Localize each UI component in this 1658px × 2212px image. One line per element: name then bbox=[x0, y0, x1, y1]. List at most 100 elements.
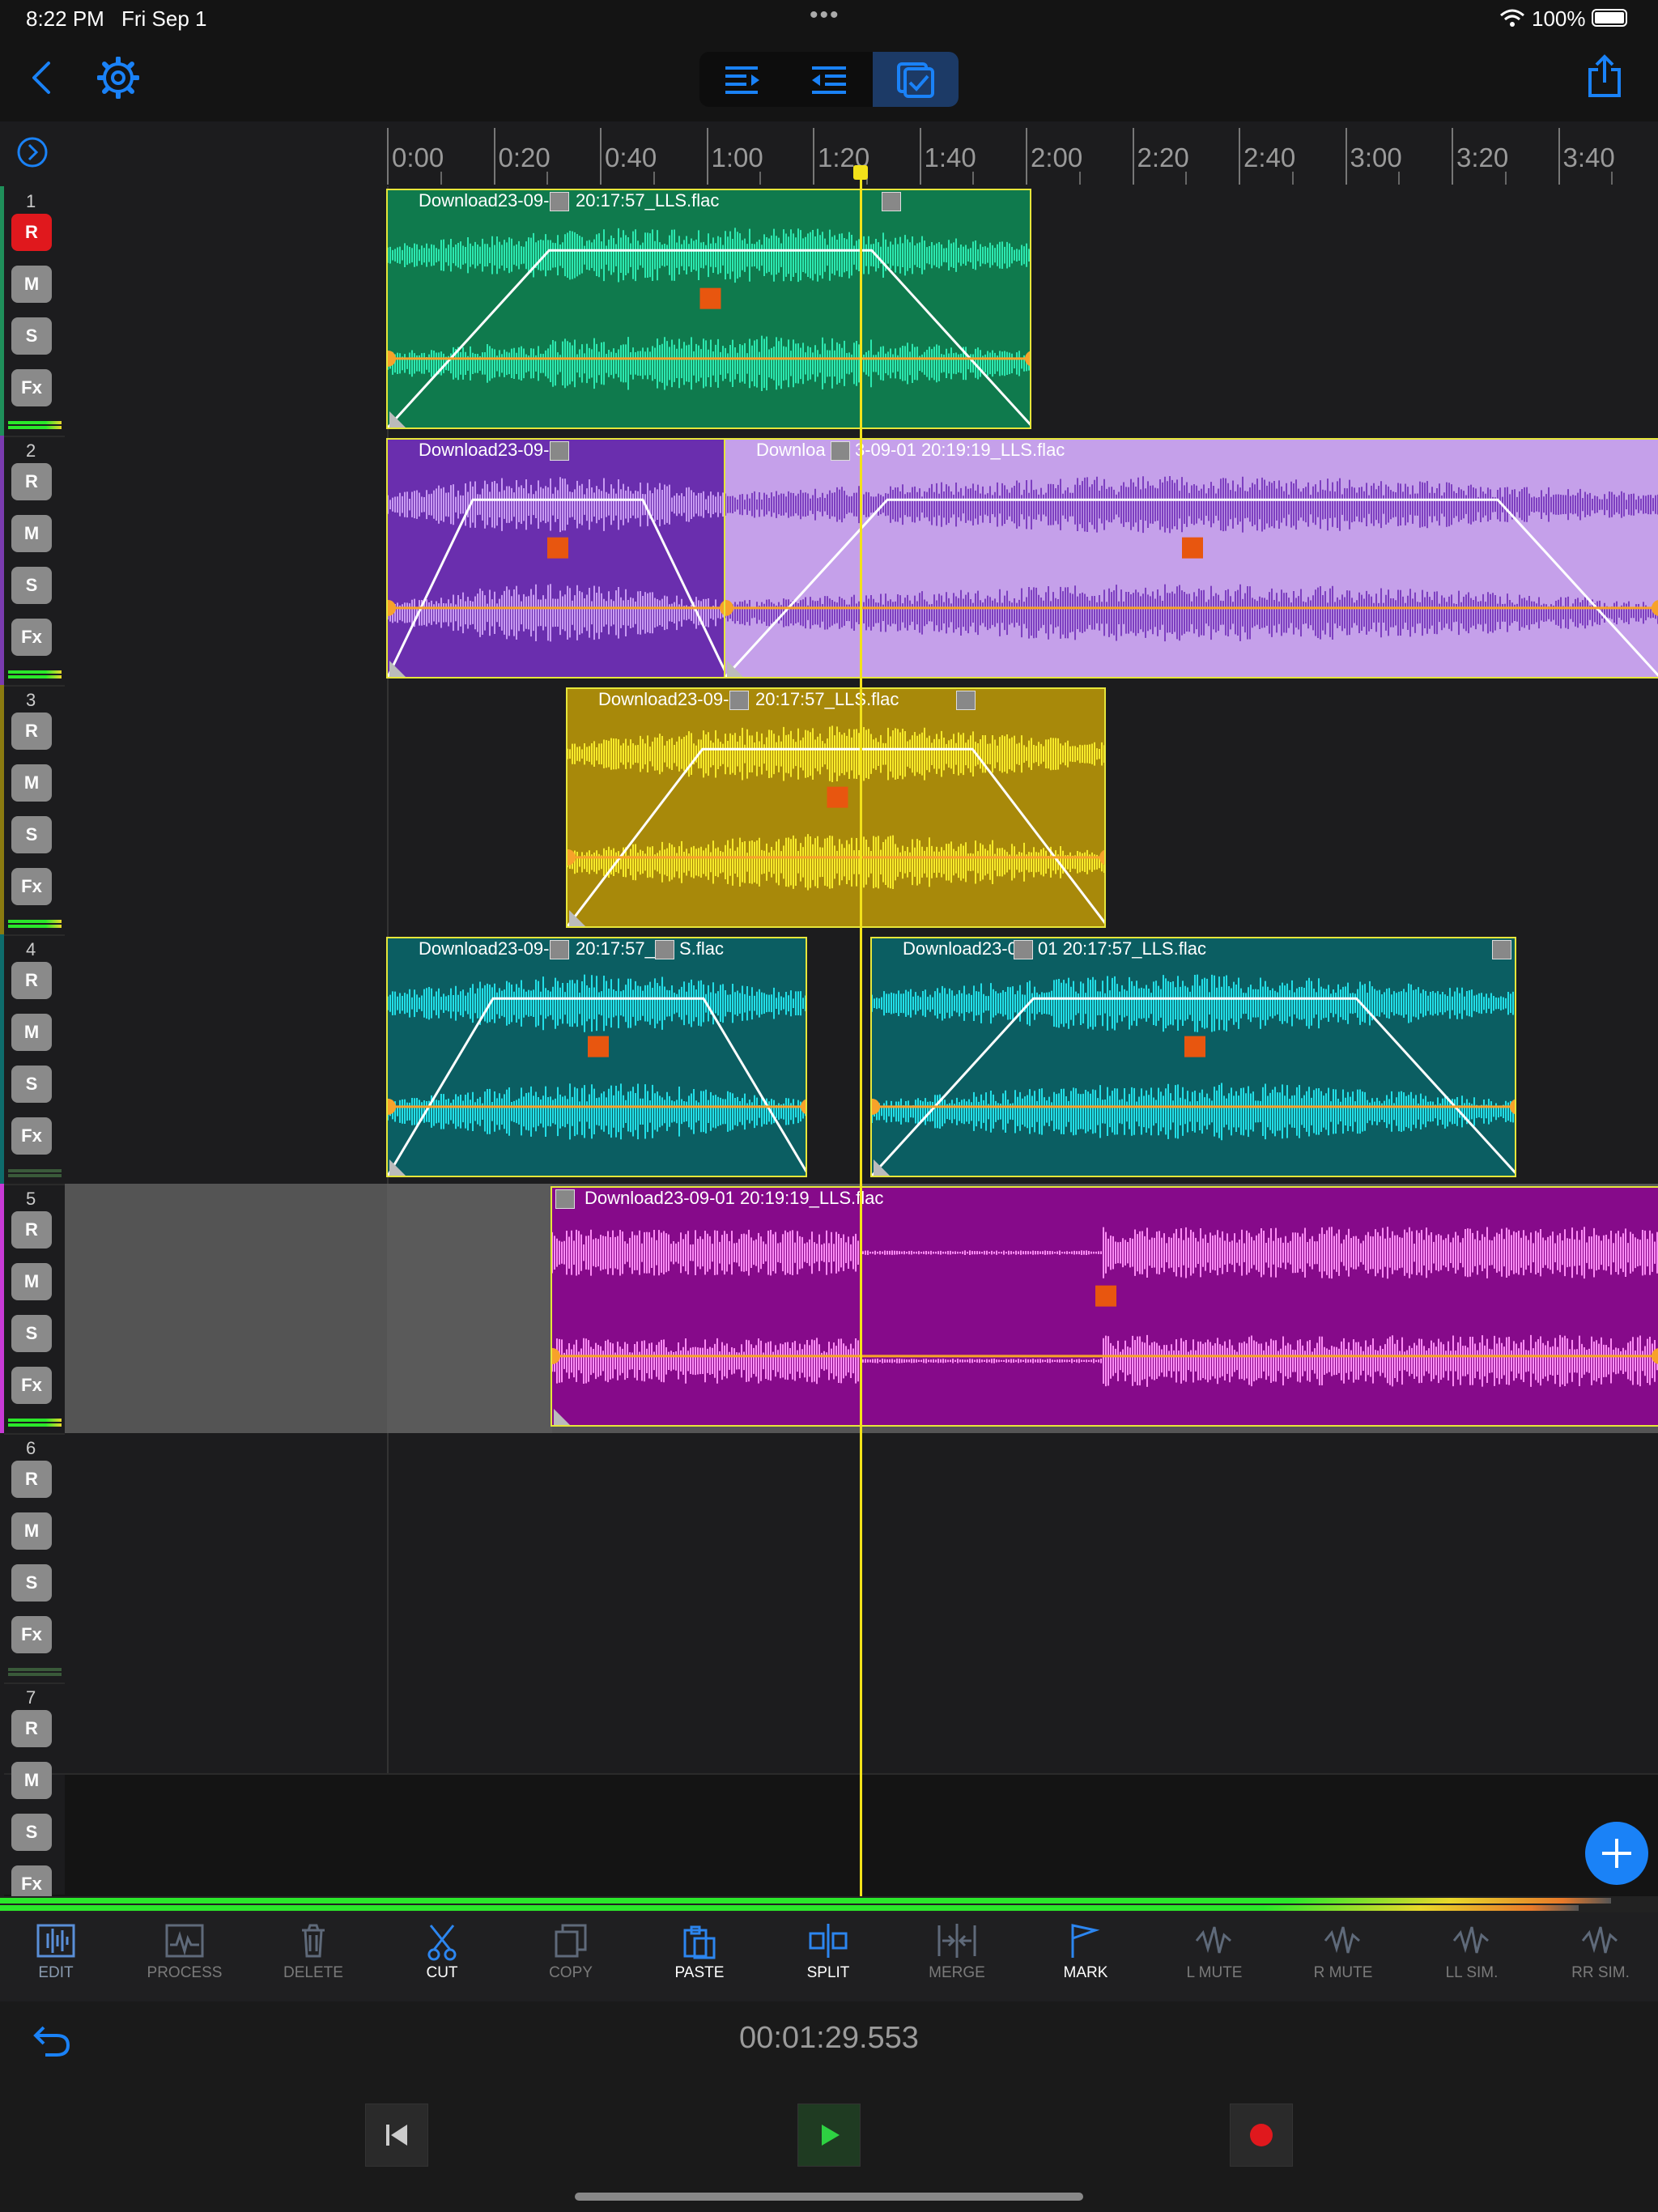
clip-handle-icon[interactable] bbox=[550, 192, 569, 211]
mute-button[interactable]: M bbox=[11, 1014, 52, 1051]
record-arm-button[interactable]: R bbox=[11, 463, 52, 500]
process-button[interactable]: PROCESS bbox=[132, 1921, 237, 1997]
rr-sim-button[interactable]: RR SIM. bbox=[1548, 1921, 1653, 1997]
edit-button-label: LL SIM. bbox=[1445, 1964, 1499, 1981]
clip-handle-icon[interactable] bbox=[956, 691, 976, 710]
clip-handle-icon[interactable] bbox=[1014, 940, 1033, 959]
clip-handle-icon[interactable] bbox=[555, 1189, 575, 1209]
mute-button[interactable]: M bbox=[11, 515, 52, 552]
solo-button[interactable]: S bbox=[11, 567, 52, 604]
clip-handle-icon[interactable] bbox=[655, 940, 674, 959]
ruler-label: 2:00 bbox=[1031, 143, 1083, 172]
ruler-tick: 0:40 bbox=[600, 128, 657, 185]
playhead[interactable] bbox=[860, 172, 862, 1896]
ruler-label: 2:40 bbox=[1244, 143, 1296, 172]
clip-background bbox=[388, 440, 725, 677]
waveform bbox=[568, 689, 1104, 926]
split-icon bbox=[809, 1924, 848, 1958]
mute-button[interactable]: M bbox=[11, 1512, 52, 1550]
ruler-label: 3:20 bbox=[1456, 143, 1509, 172]
add-track-button[interactable] bbox=[1585, 1822, 1648, 1885]
play-button[interactable] bbox=[797, 2104, 861, 2167]
audio-clip-track3[interactable]: Download23-09- 20:17:57_LLS.flac bbox=[566, 687, 1106, 928]
audio-clip-track4-b[interactable]: Download23-0 01 20:17:57_LLS.flac bbox=[870, 937, 1516, 1177]
chevron-left-icon[interactable] bbox=[29, 60, 53, 96]
skip-back-button[interactable] bbox=[365, 2104, 428, 2167]
effects-button[interactable]: Fx bbox=[11, 1616, 52, 1653]
merge-button[interactable]: MERGE bbox=[904, 1921, 1010, 1997]
audio-clip-track4-a[interactable]: Download23-09- 20:17:57_L S.flac bbox=[386, 937, 807, 1177]
paste-button[interactable]: PASTE bbox=[647, 1921, 752, 1997]
solo-button[interactable]: S bbox=[11, 317, 52, 355]
ruler-label: 0:00 bbox=[392, 143, 444, 172]
ruler-minor-tick bbox=[1078, 172, 1081, 185]
solo-button[interactable]: S bbox=[11, 1564, 52, 1602]
audio-clip-track5[interactable]: Download23-09-01 20:19:19_LLS.flac bbox=[551, 1186, 1658, 1427]
effects-button[interactable]: Fx bbox=[11, 1117, 52, 1155]
edit-button-label: RR SIM. bbox=[1571, 1964, 1630, 1981]
solo-button[interactable]: S bbox=[11, 1814, 52, 1851]
solo-button[interactable]: S bbox=[11, 1315, 52, 1352]
edit-button-label: MARK bbox=[1063, 1964, 1108, 1981]
cut-button[interactable]: CUT bbox=[389, 1921, 495, 1997]
r-mute-button[interactable]: R MUTE bbox=[1290, 1921, 1396, 1997]
effects-button[interactable]: Fx bbox=[11, 868, 52, 905]
indent-right-icon[interactable] bbox=[699, 52, 785, 107]
expand-arrow-icon[interactable] bbox=[16, 136, 49, 168]
play-icon bbox=[822, 2125, 840, 2146]
lane-pre-roll bbox=[65, 1433, 389, 1682]
mark-button[interactable]: MARK bbox=[1033, 1921, 1138, 1997]
mute-button[interactable]: M bbox=[11, 764, 52, 802]
track-header-5: 5 R M S Fx bbox=[0, 1184, 65, 1435]
ll-sim-button[interactable]: LL SIM. bbox=[1419, 1921, 1524, 1997]
mute-button[interactable]: M bbox=[11, 266, 52, 303]
edit-button[interactable]: EDIT bbox=[3, 1921, 108, 1997]
clip-center-marker bbox=[1095, 1285, 1116, 1307]
track-header-2: 2 R M S Fx bbox=[0, 436, 65, 687]
delete-button[interactable]: DELETE bbox=[261, 1921, 366, 1997]
checklist-icon[interactable] bbox=[873, 52, 959, 107]
clip-handle-icon[interactable] bbox=[550, 940, 569, 959]
process-icon bbox=[165, 1924, 204, 1958]
clip-name-suffix: 20:17:57_L bbox=[576, 938, 665, 959]
record-arm-button[interactable]: R bbox=[11, 1710, 52, 1747]
effects-button[interactable]: Fx bbox=[11, 369, 52, 406]
mute-button[interactable]: M bbox=[11, 1762, 52, 1799]
waveform bbox=[725, 440, 1658, 677]
ruler-minor-tick bbox=[440, 172, 442, 185]
solo-button[interactable]: S bbox=[11, 816, 52, 853]
audio-clip-track1[interactable]: Download23-09- 20:17:57_LLS.flac bbox=[386, 189, 1031, 429]
audio-clip-track2-a[interactable]: Download23-09- bbox=[386, 438, 726, 678]
l-mute-button[interactable]: L MUTE bbox=[1162, 1921, 1267, 1997]
ruler-label: 1:40 bbox=[924, 143, 976, 172]
edit-button-label: CUT bbox=[426, 1964, 458, 1981]
audio-clip-track2-b[interactable]: Downloa 3-09-01 20:19:19_LLS.flac bbox=[724, 438, 1658, 678]
clip-handle-icon[interactable] bbox=[729, 691, 749, 710]
mute-button[interactable]: M bbox=[11, 1263, 52, 1300]
record-button[interactable] bbox=[1230, 2104, 1293, 2167]
lane-pre-roll bbox=[65, 1682, 389, 1773]
track-color-strip bbox=[0, 1433, 4, 1682]
effects-button[interactable]: Fx bbox=[11, 619, 52, 656]
playhead-handle[interactable] bbox=[853, 165, 868, 180]
indent-left-icon[interactable] bbox=[786, 52, 872, 107]
record-arm-button[interactable]: R bbox=[11, 1211, 52, 1249]
clip-handle-icon[interactable] bbox=[1492, 940, 1511, 959]
solo-button[interactable]: S bbox=[11, 1066, 52, 1103]
record-arm-button[interactable]: R bbox=[11, 713, 52, 750]
clip-handle-icon[interactable] bbox=[831, 441, 850, 461]
effects-button[interactable]: Fx bbox=[11, 1367, 52, 1404]
record-arm-button[interactable]: R bbox=[11, 214, 52, 251]
clip-handle-icon[interactable] bbox=[550, 441, 569, 461]
clip-name: Downloa bbox=[756, 440, 826, 460]
record-arm-button[interactable]: R bbox=[11, 1461, 52, 1498]
clip-handle-icon[interactable] bbox=[882, 192, 901, 211]
copy-button[interactable]: COPY bbox=[518, 1921, 623, 1997]
record-arm-button[interactable]: R bbox=[11, 962, 52, 999]
gear-icon[interactable] bbox=[97, 57, 139, 99]
clip-background bbox=[552, 1188, 1658, 1425]
track-level-meter bbox=[8, 920, 62, 923]
share-icon[interactable] bbox=[1587, 53, 1622, 99]
multitask-dots-icon[interactable]: ••• bbox=[810, 2, 840, 29]
split-button[interactable]: SPLIT bbox=[776, 1921, 881, 1997]
